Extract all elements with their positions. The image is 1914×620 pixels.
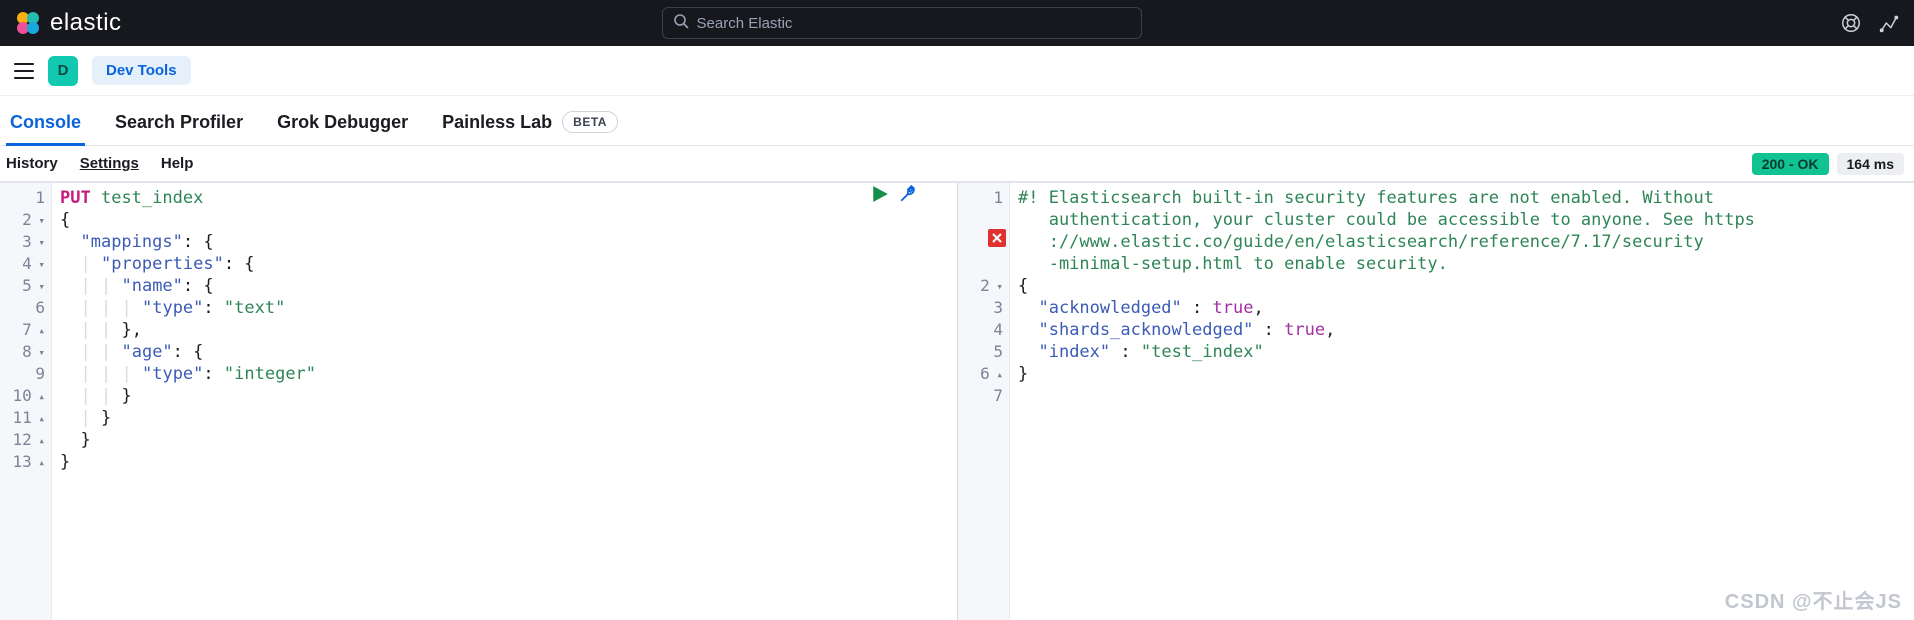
nav-toggle-icon[interactable] <box>14 61 34 81</box>
global-header: elastic Search Elastic <box>0 0 1914 46</box>
console-toolbar: History Settings Help 200 - OK 164 ms <box>0 146 1914 182</box>
warning-icon <box>988 229 1006 247</box>
breadcrumb-current[interactable]: Dev Tools <box>92 56 191 85</box>
request-options-icon[interactable] <box>899 185 917 209</box>
brand-logo[interactable]: elastic <box>14 9 122 37</box>
request-code[interactable]: PUT test_index{ "mappings": { | "propert… <box>52 183 957 620</box>
search-icon <box>673 13 689 33</box>
tab-search-profiler[interactable]: Search Profiler <box>111 112 247 145</box>
response-viewer[interactable]: 1234567 #! Elasticsearch built-in securi… <box>957 183 1914 620</box>
request-editor[interactable]: 12345678910111213 PUT test_index{ "mappi… <box>0 183 957 620</box>
response-time-badge: 164 ms <box>1837 153 1904 175</box>
breadcrumb-bar: D Dev Tools <box>0 46 1914 96</box>
devtools-tabs: Console Search Profiler Grok Debugger Pa… <box>0 96 1914 146</box>
global-search[interactable]: Search Elastic <box>662 7 1142 39</box>
brand-name: elastic <box>50 9 122 37</box>
console-history-link[interactable]: History <box>6 155 58 172</box>
request-gutter: 12345678910111213 <box>0 183 52 620</box>
console-settings-link[interactable]: Settings <box>80 155 139 172</box>
tab-painless-lab[interactable]: Painless Lab BETA <box>438 111 622 145</box>
tab-grok-debugger[interactable]: Grok Debugger <box>273 112 412 145</box>
space-badge[interactable]: D <box>48 56 78 86</box>
help-icon[interactable] <box>1840 12 1862 34</box>
response-gutter: 1234567 <box>958 183 1010 620</box>
tab-console[interactable]: Console <box>6 112 85 145</box>
console-split: 12345678910111213 PUT test_index{ "mappi… <box>0 182 1914 620</box>
newsfeed-icon[interactable] <box>1878 12 1900 34</box>
run-request-icon[interactable] <box>871 185 889 209</box>
response-code: #! Elasticsearch built-in security featu… <box>1010 183 1914 620</box>
response-status-badge: 200 - OK <box>1752 153 1829 175</box>
beta-badge: BETA <box>562 111 618 133</box>
console-help-link[interactable]: Help <box>161 155 194 172</box>
global-search-placeholder: Search Elastic <box>697 15 793 32</box>
elastic-logo-icon <box>14 10 42 36</box>
